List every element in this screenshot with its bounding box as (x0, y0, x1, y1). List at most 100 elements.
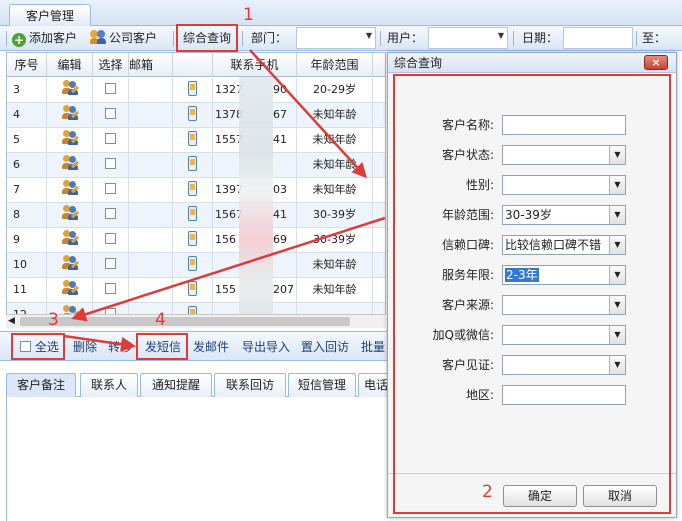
table-row[interactable]: 3 1327 90 20-29岁 (7, 78, 385, 103)
cell-age-range: 未知年龄 (297, 128, 373, 152)
phone-icon[interactable] (188, 206, 197, 221)
chevron-down-icon[interactable]: ▼ (609, 146, 625, 164)
field-select[interactable]: ▼ (502, 295, 626, 315)
cell-age-range: 30-39岁 (297, 228, 373, 252)
edit-user-icon[interactable] (61, 80, 79, 96)
phone-icon[interactable] (188, 281, 197, 296)
chevron-down-icon[interactable]: ▼ (609, 176, 625, 194)
row-checkbox[interactable] (105, 158, 116, 169)
horizontal-scrollbar[interactable]: ◀ (6, 314, 386, 328)
field-input[interactable] (502, 115, 626, 135)
export-import-button[interactable]: 导出导入 (242, 332, 290, 362)
edit-user-icon[interactable] (61, 105, 79, 121)
dept-select[interactable]: ▼ (296, 27, 376, 49)
scroll-left-icon[interactable]: ◀ (8, 316, 15, 326)
chevron-down-icon: ▼ (497, 31, 504, 40)
table-row[interactable]: 8 1567 41 30-39岁 (7, 203, 385, 228)
edit-user-icon[interactable] (61, 230, 79, 246)
row-checkbox[interactable] (105, 233, 116, 244)
toolbar-separator (513, 31, 514, 46)
company-customer-button[interactable]: 公司客户 (90, 26, 157, 51)
chevron-down-icon[interactable]: ▼ (609, 356, 625, 374)
col-mobile[interactable]: 联系手机 (213, 53, 297, 77)
field-select[interactable]: 比较信赖口碑不错 ▼ (502, 235, 626, 255)
ok-button[interactable]: 确定 (503, 485, 577, 507)
phone-icon[interactable] (188, 156, 197, 171)
phone-icon[interactable] (188, 181, 197, 196)
edit-user-icon[interactable] (61, 155, 79, 171)
table-row[interactable]: 6 未知年龄 (7, 153, 385, 178)
edit-user-icon[interactable] (61, 130, 79, 146)
delete-button[interactable]: 删除 (73, 332, 97, 362)
scrollbar-thumb[interactable] (20, 317, 350, 326)
phone-icon[interactable] (188, 131, 197, 146)
field-select[interactable]: 2-3年 ▼ (502, 265, 626, 285)
phone-icon[interactable] (188, 81, 197, 96)
field-select[interactable]: ▼ (502, 145, 626, 165)
cell-phone-icon (173, 228, 213, 252)
date-start-input[interactable] (563, 27, 633, 49)
edit-user-icon[interactable] (61, 205, 79, 221)
row-checkbox[interactable] (105, 83, 116, 94)
transfer-button[interactable]: 转移 (108, 332, 132, 362)
cell-phone-icon (173, 178, 213, 202)
phone-icon[interactable] (188, 256, 197, 271)
field-select[interactable]: ▼ (502, 325, 626, 345)
col-email[interactable]: 邮箱 (129, 53, 173, 77)
field-select[interactable]: 30-39岁 ▼ (502, 205, 626, 225)
send-email-button[interactable]: 发邮件 (193, 332, 229, 362)
table-row[interactable]: 9 156 69 30-39岁 (7, 228, 385, 253)
col-age-range[interactable]: 年龄范围 (297, 53, 373, 77)
dialog-title-bar[interactable]: 综合查询 × (388, 53, 676, 73)
chevron-down-icon[interactable]: ▼ (609, 236, 625, 254)
row-checkbox[interactable] (105, 258, 116, 269)
notes-pane (6, 397, 396, 521)
add-customer-button[interactable]: + 添加客户 (12, 26, 77, 51)
col-select[interactable]: 选择 (93, 53, 129, 77)
mobile-suffix: 03 (273, 183, 287, 196)
row-checkbox[interactable] (105, 133, 116, 144)
select-all-checkbox[interactable]: 全选 (20, 332, 59, 362)
send-sms-button[interactable]: 发短信 (145, 332, 181, 362)
tab-customer-notes[interactable]: 客户备注 (6, 373, 76, 397)
tab-notifications[interactable]: 通知提醒 (140, 373, 212, 397)
edit-user-icon[interactable] (61, 180, 79, 196)
privacy-blur (239, 77, 273, 325)
cell-seq: 6 (7, 153, 47, 177)
col-phone-icon[interactable] (173, 53, 213, 77)
tab-customer-management[interactable]: 客户管理 (9, 4, 91, 27)
phone-icon[interactable] (188, 231, 197, 246)
row-checkbox[interactable] (105, 208, 116, 219)
tab-followups[interactable]: 联系回访 (214, 373, 286, 397)
close-icon[interactable]: × (644, 55, 668, 70)
row-checkbox[interactable] (105, 108, 116, 119)
table-row[interactable]: 7 1397 03 未知年龄 (7, 178, 385, 203)
chevron-down-icon[interactable]: ▼ (609, 206, 625, 224)
tab-contacts[interactable]: 联系人 (80, 373, 138, 397)
cell-seq: 5 (7, 128, 47, 152)
edit-user-icon[interactable] (61, 280, 79, 296)
col-edit[interactable]: 编辑 (47, 53, 93, 77)
phone-icon[interactable] (188, 106, 197, 121)
field-select[interactable]: ▼ (502, 355, 626, 375)
composite-query-button[interactable]: 综合查询 (183, 26, 231, 51)
edit-user-icon[interactable] (61, 255, 79, 271)
tab-sms-management[interactable]: 短信管理 (288, 373, 356, 397)
cancel-button[interactable]: 取消 (583, 485, 657, 507)
chevron-down-icon[interactable]: ▼ (609, 266, 625, 284)
col-seq[interactable]: 序号 (7, 53, 47, 77)
row-checkbox[interactable] (105, 283, 116, 294)
table-row[interactable]: 4 1378 67 未知年龄 (7, 103, 385, 128)
table-row[interactable]: 5 1557 41 未知年龄 (7, 128, 385, 153)
chevron-down-icon[interactable]: ▼ (609, 296, 625, 314)
field-input[interactable] (502, 385, 626, 405)
user-select[interactable]: ▼ (428, 27, 508, 49)
table-row[interactable]: 11 155 207 未知年龄 (7, 278, 385, 303)
field-select[interactable]: ▼ (502, 175, 626, 195)
table-row[interactable]: 10 未知年龄 (7, 253, 385, 278)
set-followup-button[interactable]: 置入回访 (301, 332, 349, 362)
batch-button[interactable]: 批量 (361, 332, 385, 362)
chevron-down-icon[interactable]: ▼ (609, 326, 625, 344)
row-checkbox[interactable] (105, 183, 116, 194)
mobile-suffix: 67 (273, 108, 287, 121)
